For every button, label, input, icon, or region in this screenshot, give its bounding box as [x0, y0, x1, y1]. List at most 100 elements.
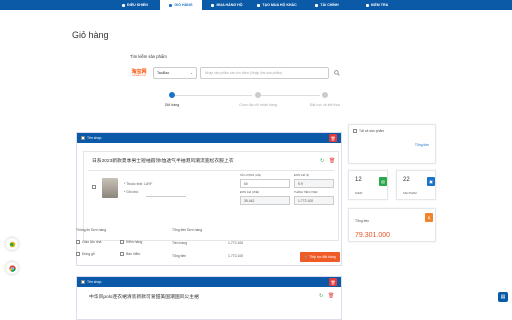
logo-sub: TAOBAO.COM: [132, 74, 146, 77]
shop-panel-2: Tên shop: 🗑 中华风polo连衣裙清装新款可爱甜美国潮国风公主裙 ↻ …: [76, 276, 342, 320]
sum-label: Tổng tiền: [172, 254, 187, 258]
nav-item-buy-for-me[interactable]: MUA HÀNG HỘ: [202, 0, 252, 10]
shop-header: Tên shop: 🗑: [77, 133, 341, 143]
grand-total-label: Tổng tiền: [355, 219, 370, 223]
check-label: Đóng gỗ: [82, 252, 95, 256]
trash-icon[interactable]: 🗑: [329, 158, 335, 164]
product-title[interactable]: 日系2023新款夏季男士短袖圆领t恤透气半袖港风潮流宽松衣服上衣: [92, 157, 234, 164]
select-all[interactable]: Tất cả sản phẩm: [353, 129, 384, 133]
order-button-label: Tiếp tục đặt hàng: [309, 255, 336, 259]
price-label: ĐƠN GIÁ (¥): [294, 174, 310, 177]
qty-input[interactable]: 60: [240, 179, 290, 188]
check-wood[interactable]: Đóng gỗ: [76, 252, 95, 256]
refresh-icon[interactable]: ↻: [320, 158, 324, 164]
note-row: * Ghi chú:: [124, 190, 139, 194]
grand-total-value: 79.301.000: [355, 232, 391, 239]
step-dot-active: [169, 92, 175, 98]
search-button[interactable]: [332, 67, 342, 79]
floating-app-button[interactable]: [6, 238, 18, 250]
bag-icon: ▣: [427, 177, 435, 186]
property-value: LAYF: [144, 182, 153, 186]
taobao-logo: 淘宝网 TAOBAO.COM: [128, 66, 150, 80]
check-inspect[interactable]: Kiểm hàng: [120, 240, 142, 244]
check-delivery[interactable]: Giao tận nhà: [76, 240, 101, 244]
totals-label: Tổng tiền Đơn hàng: [172, 228, 203, 232]
shop-checkbox[interactable]: [81, 136, 85, 140]
chevron-down-icon: ⌄: [189, 71, 193, 75]
sum-value: 1.772.100: [228, 254, 244, 258]
trash-icon[interactable]: 🗑: [328, 293, 334, 299]
finance-icon: [315, 3, 319, 7]
goods-label: Tiền hàng: [172, 241, 187, 245]
unit-vnd-field: 35.442: [240, 196, 290, 205]
top-nav: ĐIỀU KHIỂN GIỎ HÀNG MUA HÀNG HỘ TẠO MUA …: [0, 0, 512, 10]
shop-label: Tên shop:: [87, 136, 103, 140]
check-icon: [365, 3, 369, 7]
product-checkbox[interactable]: [92, 185, 96, 189]
source-value: TaoBao: [157, 71, 170, 75]
shop-header-left: Tên shop:: [81, 280, 102, 284]
goods-value: 1.772.100: [228, 241, 244, 245]
nav-label: TẠO MUA HỘ KHÁC: [262, 3, 297, 7]
app-icon: [9, 241, 15, 247]
search-input[interactable]: Nhập sản phẩm cần tìm kiếm (Nhập link sả…: [200, 67, 329, 79]
note-label: * Ghi chú:: [124, 190, 139, 194]
checkbox[interactable]: [120, 252, 124, 256]
check-label: Kiểm hàng: [126, 240, 143, 244]
checkbox[interactable]: [120, 240, 124, 244]
product-count: 22: [403, 177, 410, 183]
check-insurance[interactable]: Bảo hiểm: [120, 252, 140, 256]
trash-icon: 🗑: [330, 279, 336, 285]
refresh-icon[interactable]: ↻: [319, 293, 323, 299]
plus-icon: [257, 3, 261, 7]
step-dot: [322, 92, 328, 98]
check-label: Bảo hiểm: [126, 252, 141, 256]
delete-shop-button[interactable]: 🗑: [329, 278, 337, 286]
search-label: Tìm kiếm sản phẩm: [130, 54, 167, 59]
step-label: Giỏ hàng: [164, 103, 180, 107]
shop-count-card: 12 SHOP ▤: [348, 170, 388, 200]
trash-icon: 🗑: [330, 135, 336, 141]
shop-checkbox[interactable]: [81, 280, 85, 284]
price-field: 9.9: [294, 179, 334, 188]
continue-order-button[interactable]: 🛒 Tiếp tục đặt hàng: [300, 252, 340, 262]
note-input[interactable]: [146, 196, 186, 197]
total-label: Tổng tiền: [414, 143, 429, 147]
nav-item-check[interactable]: KIỂM TRA: [352, 0, 402, 10]
delete-shop-button[interactable]: 🗑: [329, 134, 337, 142]
step-line: [172, 95, 252, 96]
nav-label: GIỎ HÀNG: [174, 3, 193, 7]
checkbox[interactable]: [76, 240, 80, 244]
source-select[interactable]: TaoBao ⌄: [153, 67, 197, 79]
shop-count-label: SHOP: [355, 192, 363, 195]
qty-label: SỐ LƯỢNG (CÁI): [240, 174, 262, 177]
step-label: Đặt cọc và kết thúc: [309, 103, 341, 107]
chrome-button[interactable]: [6, 262, 18, 274]
product-title-2[interactable]: 中华风polo连衣裙清装新款可爱甜美国潮国风公主裙: [89, 293, 199, 300]
unit-vnd-label: ĐƠN GIÁ (VNĐ): [240, 191, 260, 194]
checkbox[interactable]: [76, 252, 80, 256]
property-row: * Thuộc tính: LAYF: [124, 182, 152, 186]
nav-item-cart[interactable]: GIỎ HÀNG: [160, 0, 202, 10]
step-dot: [255, 92, 261, 98]
summary-card: Tất cả sản phẩm Tổng tiền: [348, 124, 436, 164]
nav-item-create-other[interactable]: TẠO MUA HỘ KHÁC: [252, 0, 302, 10]
product-count-card: 22 SẢN PHẨM ▣: [396, 170, 436, 200]
search-row: 淘宝网 TAOBAO.COM TaoBao ⌄ Nhập sản phẩm cầ…: [128, 66, 342, 80]
product-card: 日系2023新款夏季男士短袖圆领t恤透气半袖港风潮流宽松衣服上衣 ↻ 🗑 * T…: [83, 151, 339, 241]
select-all-checkbox[interactable]: [353, 129, 357, 133]
cart-icon: [169, 3, 173, 7]
shop-panel: Tên shop: 🗑 日系2023新款夏季男士短袖圆领t恤透气半袖港风潮流宽松…: [76, 132, 342, 266]
chrome-icon: [8, 264, 16, 272]
chat-button[interactable]: ▤: [498, 292, 508, 302]
step-line: [260, 95, 320, 96]
property-label: * Thuộc tính:: [124, 182, 144, 186]
dashboard-icon: [122, 3, 126, 7]
nav-label: MUA HÀNG HỘ: [216, 3, 243, 7]
nav-label: KIỂM TRA: [370, 3, 389, 7]
nav-item-finance[interactable]: TÀI CHÍNH: [302, 0, 352, 10]
total-vnd-field: 1.772.100: [294, 196, 334, 205]
nav-item-dashboard[interactable]: ĐIỀU KHIỂN: [110, 0, 160, 10]
page-title: Giỏ hàng: [72, 30, 109, 40]
search-icon: [334, 70, 340, 76]
